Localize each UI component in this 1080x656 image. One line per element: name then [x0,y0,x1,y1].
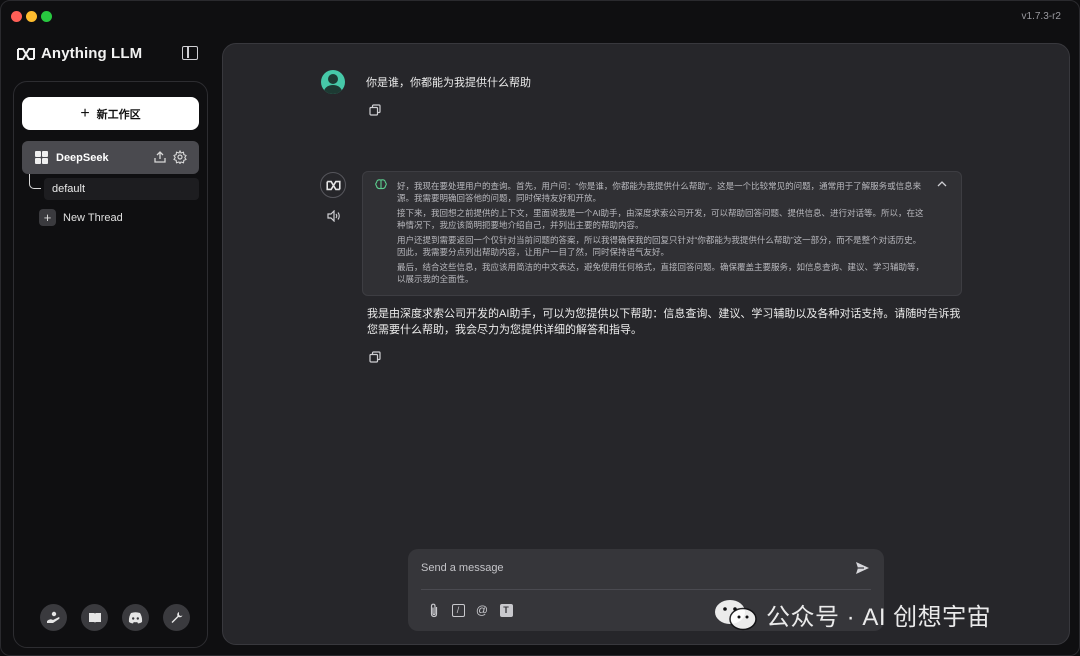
sidebar-footer [40,604,190,631]
docs-book-icon[interactable] [81,604,108,631]
text-size-button[interactable]: T [498,602,514,618]
app-title: Anything LLM [41,45,143,62]
workspace-grid-icon [35,151,48,164]
app-window: v1.7.3-r2 Anything LLM + 新工作区 DeepSeek d… [0,0,1080,656]
close-window-button[interactable] [11,11,22,22]
text-format-icon: T [499,603,513,617]
brain-icon [375,179,387,190]
thread-name: default [52,183,86,195]
maximize-window-button[interactable] [41,11,52,22]
workspace-name: DeepSeek [56,151,109,164]
app-logo: Anything LLM [17,45,142,62]
composer-divider [421,589,871,590]
title-bar: v1.7.3-r2 [1,1,1079,31]
new-thread-button[interactable]: + New Thread [39,209,123,226]
minimize-window-button[interactable] [26,11,37,22]
gear-icon[interactable] [173,150,187,164]
workspace-item-deepseek[interactable]: DeepSeek [22,141,199,174]
thread-item-default[interactable]: default [44,178,199,200]
watermark-text: 公众号 · AI 创想宇宙 [766,604,992,631]
discord-icon[interactable] [122,604,149,631]
new-workspace-label: 新工作区 [96,108,141,121]
thinking-paragraph: 好，我现在要处理用户的查询。首先，用户问：“你是谁，你都能为我提供什么帮助”。这… [397,181,922,203]
message-input[interactable] [421,558,841,578]
attachment-icon[interactable] [426,602,442,618]
sidebar-toggle-icon[interactable] [182,46,198,60]
wechat-icon [715,599,757,630]
plus-icon: + [80,104,90,122]
thinking-panel[interactable]: 好，我现在要处理用户的查询。首先，用户问：“你是谁，你都能为我提供什么帮助”。这… [362,171,962,296]
new-thread-label: New Thread [63,211,123,224]
thinking-text: 好，我现在要处理用户的查询。首先，用户问：“你是谁，你都能为我提供什么帮助”。这… [397,180,927,288]
assistant-message: 我是由深度求索公司开发的AI助手，可以为您提供以下帮助：信息查询、建议、学习辅助… [367,308,961,336]
watermark: 公众号 · AI 创想宇宙 [714,597,991,632]
user-message: 你是谁，你都能为我提供什么帮助 [366,77,531,89]
send-icon[interactable] [855,561,870,575]
sidebar: + 新工作区 DeepSeek default + New Thread [13,81,208,648]
copy-icon[interactable] [369,351,381,363]
thinking-paragraph: 用户还提到需要返回一个仅针对当前问题的答案，所以我得确保我的回复只针对“你都能为… [397,235,922,257]
slash-command-button[interactable]: / [450,602,466,618]
slash-icon: / [451,603,465,617]
thread-tree-connector [29,174,41,189]
user-avatar [321,70,345,94]
copy-icon[interactable] [369,104,381,116]
version-label: v1.7.3-r2 [1021,11,1061,22]
anything-llm-logo-icon [325,180,341,190]
plus-icon: + [39,209,56,226]
assistant-avatar [320,172,346,198]
upload-icon[interactable] [153,150,167,164]
chat-panel: 你是谁，你都能为我提供什么帮助 好，我现在要处理用户的查询。首先，用户问：“你是… [222,43,1070,645]
thinking-paragraph: 最后，结合这些信息，我应该用简洁的中文表达，避免使用任何格式，直接回答问题。确保… [397,262,925,284]
new-workspace-button[interactable]: + 新工作区 [22,97,199,130]
speaker-icon[interactable] [327,210,341,222]
at-mention-icon[interactable]: @ [474,602,490,618]
settings-wrench-icon[interactable] [163,604,190,631]
thinking-paragraph: 接下来，我回想之前提供的上下文，里面说我是一个AI助手，由深度求索公司开发，可以… [397,208,924,230]
anything-llm-logo-icon [17,47,35,60]
chevron-up-icon[interactable] [937,181,947,187]
community-hub-icon[interactable] [40,604,67,631]
composer-tools: / @ T [426,602,514,618]
